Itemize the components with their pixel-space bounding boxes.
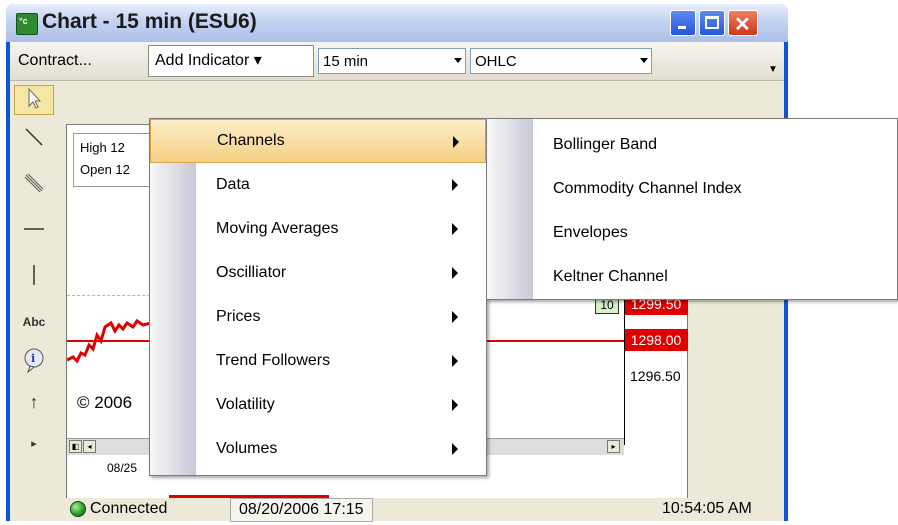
cursor-icon	[28, 87, 42, 109]
chevron-down-icon	[640, 58, 648, 63]
scroll-left-button[interactable]: ◧	[69, 440, 82, 453]
ohlc-info-box: High 12 Open 12	[73, 133, 155, 187]
menu-item-data[interactable]: Data	[150, 163, 486, 207]
submenu-arrow-icon	[453, 136, 459, 148]
parallel-lines-icon	[24, 173, 44, 193]
menu-item-prices[interactable]: Prices	[150, 295, 486, 339]
status-time: 10:54:05 AM	[662, 500, 752, 517]
toolbar-overflow-icon[interactable]: ▼	[768, 64, 778, 75]
svg-text:i: i	[31, 352, 35, 365]
channels-submenu: Bollinger Band Commodity Channel Index E…	[486, 118, 898, 300]
submenu-item-bollinger-band[interactable]: Bollinger Band	[553, 123, 657, 167]
chart-type-select[interactable]: OHLC	[470, 48, 652, 74]
menu-item-moving-averages[interactable]: Moving Averages	[150, 207, 486, 251]
app-icon: °c	[16, 13, 38, 35]
pointer-tool[interactable]	[14, 85, 54, 115]
status-date: 08/20/2006 17:15	[230, 498, 373, 522]
submenu-arrow-icon	[452, 399, 458, 411]
close-icon: ✕	[734, 14, 751, 36]
close-button[interactable]: ✕	[728, 10, 758, 36]
submenu-arrow-icon	[452, 179, 458, 191]
submenu-arrow-icon	[452, 311, 458, 323]
text-tool[interactable]: Abc	[14, 307, 54, 337]
menu-gutter	[487, 119, 533, 299]
price-axis-label: 1296.50	[630, 368, 681, 384]
timeframe-select[interactable]: 15 min	[318, 48, 466, 74]
channel-tool[interactable]	[14, 171, 54, 201]
line-tool[interactable]	[14, 125, 54, 155]
add-indicator-menu: Channels Data Moving Averages Oscilliato…	[149, 118, 487, 476]
maximize-icon	[705, 16, 719, 29]
submenu-arrow-icon	[452, 355, 458, 367]
last-price-tag: 1298.00	[624, 329, 688, 351]
add-indicator-button[interactable]: Add Indicator ▾	[148, 45, 314, 77]
open-label: Open 12	[80, 162, 130, 177]
submenu-item-keltner-channel[interactable]: Keltner Channel	[553, 255, 668, 299]
minimize-button[interactable]	[670, 10, 696, 36]
scroll-right-icon[interactable]: ▸	[607, 440, 620, 453]
time-axis-label: 08/25	[107, 461, 138, 475]
info-tool[interactable]: i	[14, 347, 54, 377]
drawing-toolbar: Abc i ↑ ▸	[10, 81, 64, 521]
horizontal-line-tool[interactable]	[14, 215, 54, 245]
copyright-text: © 2006	[77, 393, 133, 412]
horizontal-line-icon	[24, 228, 44, 230]
menu-item-channels[interactable]: Channels	[150, 119, 486, 163]
menu-item-oscilliator[interactable]: Oscilliator	[150, 251, 486, 295]
info-icon: i	[24, 348, 44, 374]
diagonal-line-icon	[25, 128, 43, 146]
menu-item-trend-followers[interactable]: Trend Followers	[150, 339, 486, 383]
connection-status-text: Connected	[90, 500, 168, 517]
status-bar: Connected 08/20/2006 17:15 10:54:05 AM	[66, 498, 784, 522]
submenu-arrow-icon	[452, 443, 458, 455]
menu-item-volumes[interactable]: Volumes	[150, 427, 486, 471]
window-title: Chart - 15 min (ESU6)	[42, 10, 257, 33]
connection-status-icon	[70, 501, 86, 517]
scroll-left-icon[interactable]: ◂	[83, 440, 96, 453]
title-bar[interactable]: °c Chart - 15 min (ESU6) ✕	[6, 4, 788, 42]
timeframe-value: 15 min	[323, 53, 369, 70]
high-label: High 12	[80, 140, 125, 155]
contract-button[interactable]: Contract...	[12, 45, 98, 77]
submenu-arrow-icon	[452, 223, 458, 235]
submenu-arrow-icon	[452, 267, 458, 279]
submenu-item-commodity-channel-index[interactable]: Commodity Channel Index	[553, 167, 742, 211]
minimize-icon	[678, 26, 686, 29]
submenu-item-envelopes[interactable]: Envelopes	[553, 211, 628, 255]
more-tools-button[interactable]: ▸	[14, 429, 54, 459]
vertical-line-tool[interactable]	[14, 263, 54, 293]
chevron-down-icon	[454, 58, 462, 63]
toolbar: Contract... Add Indicator ▾ 15 min OHLC …	[10, 42, 784, 81]
vertical-line-icon	[33, 265, 35, 285]
chart-type-value: OHLC	[475, 53, 517, 70]
maximize-button[interactable]	[699, 10, 725, 36]
arrow-tool[interactable]: ↑	[14, 387, 54, 417]
menu-item-volatility[interactable]: Volatility	[150, 383, 486, 427]
